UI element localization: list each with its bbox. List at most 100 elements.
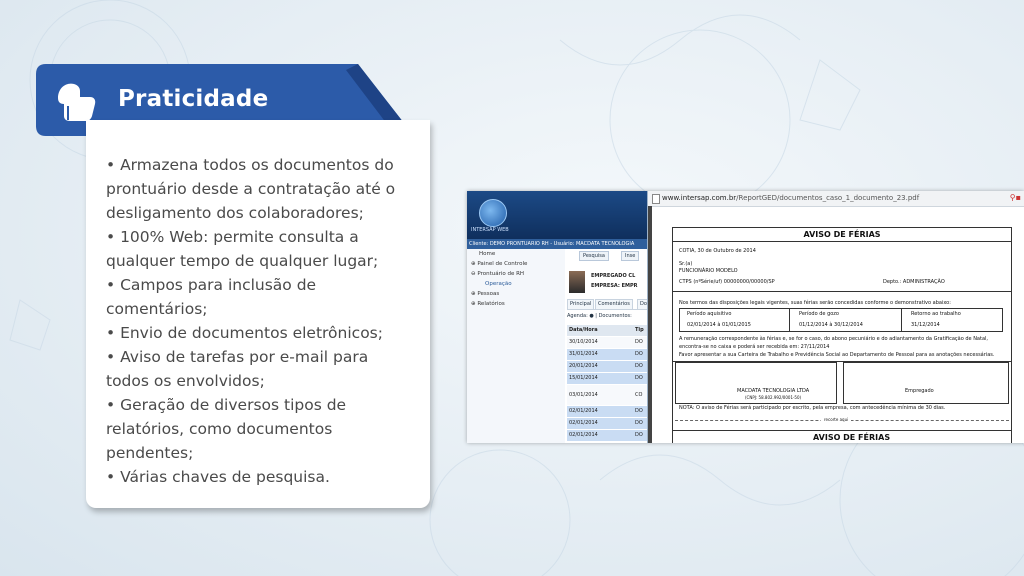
top-tabbar: Pesquisa Inse	[565, 249, 657, 261]
cell-type: CO	[635, 392, 643, 398]
feature-item: • Envio de documentos eletrônicos;	[106, 324, 383, 342]
features-card: • Armazena todos os documentos do prontu…	[86, 120, 430, 508]
table-row[interactable]: 02/01/2014 DO	[567, 418, 657, 430]
doc-sr: Sr.(a)	[679, 261, 693, 267]
col-gozo: Período de gozo	[799, 311, 839, 317]
pdf-side-strip	[648, 206, 652, 443]
nav-prontuario[interactable]: ⊖ Prontuário de RH	[467, 269, 565, 279]
nav-relatorios-label: Relatórios	[477, 301, 505, 307]
doc-empregado: Empregado	[905, 388, 934, 394]
cell-date: 02/01/2014	[569, 432, 598, 438]
table-row[interactable]: 30/10/2014 DO	[567, 337, 657, 349]
nav-painel-label: Painel de Controle	[477, 261, 528, 267]
table-header: Data/Hora Tip	[567, 325, 657, 337]
page-icon	[652, 194, 660, 204]
divider	[789, 308, 790, 332]
cell-date: 15/01/2014	[569, 375, 598, 381]
cell-date: 31/01/2014	[569, 351, 598, 357]
pdf-address-bar[interactable]: www.intersap.com.br/ReportGED/documentos…	[648, 191, 1024, 207]
doc-notice: Nos termos das disposições legais vigent…	[679, 300, 951, 306]
employee-company: EMPRESA: EMPR	[591, 283, 638, 289]
col-retorno: Retorno ao trabalho	[911, 311, 961, 317]
pdf-viewer-window: www.intersap.com.br/ReportGED/documentos…	[647, 191, 1024, 443]
tab-principal[interactable]: Principal	[567, 299, 595, 310]
cell-date: 20/01/2014	[569, 363, 598, 369]
employee-card: EMPREGADO CL EMPRESA: EMPR	[567, 269, 657, 295]
nav-painel[interactable]: ⊕ Painel de Controle	[467, 259, 565, 269]
logo-text: INTERSAP WEB	[471, 227, 509, 233]
pdf-url[interactable]: www.intersap.com.br/ReportGED/documentos…	[662, 194, 919, 202]
header-datahora: Data/Hora	[569, 327, 598, 333]
doc-date: COTIA, 30 de Outubro de 2014	[679, 248, 756, 254]
intersap-logo-icon	[479, 199, 507, 227]
tab-comentarios[interactable]: Comentários	[595, 299, 633, 310]
section-title: Praticidade	[118, 86, 269, 112]
cell-date: 03/01/2014	[569, 392, 598, 398]
app-screenshot: INTERSAP WEB Cliente: DEMO PRONTUARIO RH…	[467, 191, 1024, 443]
nav-pessoas[interactable]: ⊕ Pessoas	[467, 289, 565, 299]
feature-item: • 100% Web: permite consulta a qualquer …	[106, 228, 379, 270]
table-row[interactable]: 02/01/2014 DO	[567, 430, 657, 442]
doc-para1: A remuneração correspondente às férias e…	[679, 336, 988, 342]
table-row[interactable]: 15/01/2014 DO	[567, 373, 657, 385]
url-path: /ReportGED/documentos_caso_1_documento_2…	[736, 194, 920, 202]
detail-tabs: Principal Comentários Do	[567, 299, 657, 310]
table-row[interactable]: 02/01/2014 DO	[567, 406, 657, 418]
client-bar: Cliente: DEMO PRONTUARIO RH - Usuário: M…	[467, 239, 659, 249]
thumbs-up-icon	[50, 76, 100, 126]
app-main: Pesquisa Inse EMPREGADO CL EMPRESA: EMPR…	[565, 249, 657, 443]
features-list: • Armazena todos os documentos do prontu…	[86, 120, 430, 489]
doc-cnpj: (CNPJ: 58.802.992/0001-50)	[745, 395, 802, 400]
feature-item: • Geração de diversos tipos de relatório…	[106, 396, 347, 462]
tab-inserir[interactable]: Inse	[621, 251, 640, 261]
nav-home[interactable]: Home	[467, 249, 565, 259]
cell-type: DO	[635, 339, 643, 345]
cell-type: DO	[635, 363, 643, 369]
nav-prontuario-label: Prontuário de RH	[477, 271, 525, 277]
val-retorno: 31/12/2014	[911, 322, 940, 328]
doc-nota: NOTA: O aviso de Férias será participado…	[679, 405, 946, 411]
doc-depto: Depto.: ADMINISTRAÇÃO	[883, 279, 945, 285]
cell-type: DO	[635, 351, 643, 357]
val-aquisitivo: 02/01/2014 à 01/01/2015	[687, 322, 751, 328]
cell-type: DO	[635, 375, 643, 381]
doc-recorte: recorte aqui	[821, 417, 852, 422]
feature-item: • Campos para inclusão de comentários;	[106, 276, 317, 318]
app-sidebar: Home ⊕ Painel de Controle ⊖ Prontuário d…	[467, 249, 566, 443]
doc-ctps: CTPS (nºSérie/uf) 00000000/00000/SP	[679, 279, 775, 285]
divider	[673, 291, 1011, 292]
employee-photo	[569, 271, 585, 293]
intersap-app: INTERSAP WEB Cliente: DEMO PRONTUARIO RH…	[467, 191, 659, 443]
doc-title-2: AVISO DE FÉRIAS	[813, 433, 891, 442]
aviso-ferias-document: AVISO DE FÉRIAS COTIA, 30 de Outubro de …	[672, 227, 1012, 443]
table-row[interactable]: 03/01/2014 CO	[567, 385, 657, 406]
cell-type: DO	[635, 408, 643, 414]
cell-type: DO	[635, 420, 643, 426]
search-close-icon[interactable]: ⚲▪	[1010, 193, 1021, 202]
divider	[901, 308, 902, 332]
documents-table: Data/Hora Tip 30/10/2014 DO 31/01/2014 DO …	[567, 325, 657, 442]
nav-operacao[interactable]: Operação	[467, 279, 565, 289]
tab-pesquisa[interactable]: Pesquisa	[579, 251, 609, 261]
agenda-line: Agenda: ● | Documentos:	[567, 313, 632, 319]
doc-title: AVISO DE FÉRIAS	[673, 228, 1011, 242]
cell-date: 30/10/2014	[569, 339, 598, 345]
url-domain: www.intersap.com.br	[662, 194, 737, 202]
feature-item: • Várias chaves de pesquisa.	[106, 468, 330, 486]
table-row[interactable]: 20/01/2014 DO	[567, 361, 657, 373]
val-gozo: 01/12/2014 à 30/12/2014	[799, 322, 863, 328]
feature-item: • Armazena todos os documentos do prontu…	[106, 156, 396, 222]
cell-date: 02/01/2014	[569, 408, 598, 414]
nav-pessoas-label: Pessoas	[477, 291, 500, 297]
table-row[interactable]: 31/01/2014 DO	[567, 349, 657, 361]
doc-company: MACDATA TECNOLOGIA LTDA	[737, 388, 810, 394]
header-tipo: Tip	[635, 327, 644, 333]
app-header: INTERSAP WEB	[467, 191, 657, 239]
feature-item: • Aviso de tarefas por e-mail para todos…	[106, 348, 369, 390]
signature-employee-box	[843, 362, 1009, 404]
cell-date: 02/01/2014	[569, 420, 598, 426]
cell-type: DO	[635, 432, 643, 438]
divider	[673, 430, 1011, 431]
nav-relatorios[interactable]: ⊕ Relatórios	[467, 299, 565, 309]
doc-employee: FUNCIONÁRIO MODELO	[679, 268, 738, 274]
